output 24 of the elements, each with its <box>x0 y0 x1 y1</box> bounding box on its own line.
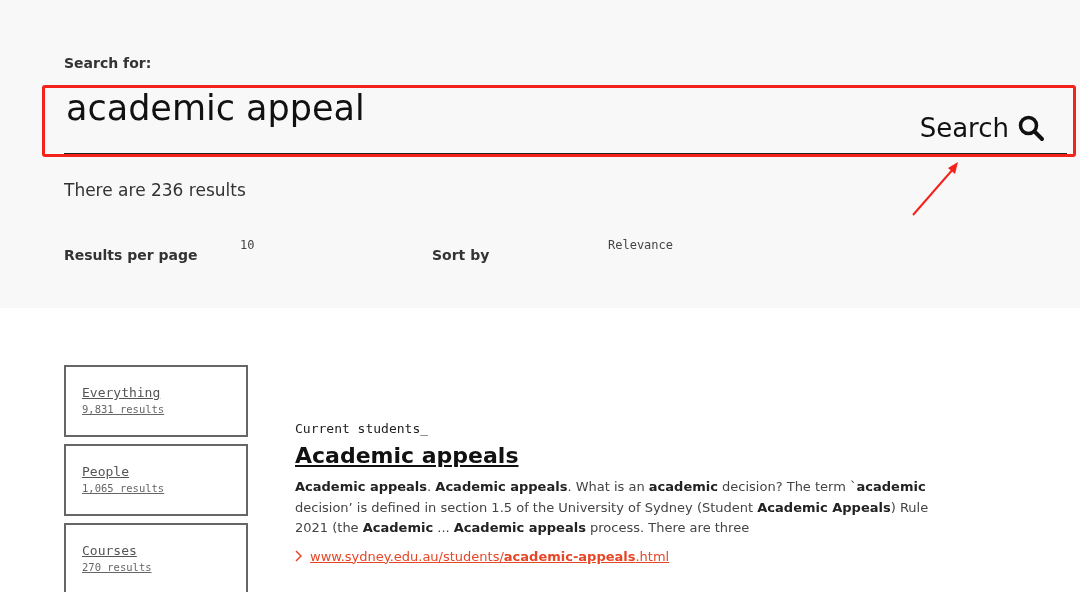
search-button[interactable]: Search <box>919 113 1067 143</box>
result-link[interactable]: www.sydney.edu.au/students/academic-appeals.html <box>310 548 670 564</box>
result-snippet: Academic appeals. Academic appeals. What is an academic decision? The term `academic decision’ is defined in section 1.5 of the University of Sydney (Student Academic Appeals) Rule 2021 (the Academic ... Academic appeals process. There are three <box>295 478 930 537</box>
option-label: Results per page <box>64 247 199 263</box>
results-count: There are 236 results <box>64 180 247 200</box>
facet-count: 1,065 results <box>82 482 166 494</box>
search-label: Search for: <box>64 55 153 71</box>
facet-card[interactable]: Courses 270 results <box>64 523 248 592</box>
facet-name: Everything <box>82 385 162 400</box>
facet-count: 9,831 results <box>82 403 166 415</box>
annotation-arrow <box>910 160 960 218</box>
option-select[interactable]: 10 <box>240 238 255 252</box>
facet-card[interactable]: Everything 9,831 results <box>64 365 248 437</box>
result-title[interactable]: Academic appeals <box>295 443 519 468</box>
option-select[interactable]: Relevance <box>608 238 674 252</box>
chevron-icon <box>295 550 302 562</box>
facet-name: Courses <box>82 543 138 558</box>
search-field[interactable]: academic appeal <box>64 85 666 131</box>
facet-count: 270 results <box>82 561 153 573</box>
facet-card[interactable]: People 1,065 results <box>64 444 248 516</box>
result-category: Current students_ <box>295 421 430 436</box>
facet-name: People <box>82 464 130 479</box>
option-label: Sort by <box>432 247 491 263</box>
search-icon <box>1017 114 1045 142</box>
